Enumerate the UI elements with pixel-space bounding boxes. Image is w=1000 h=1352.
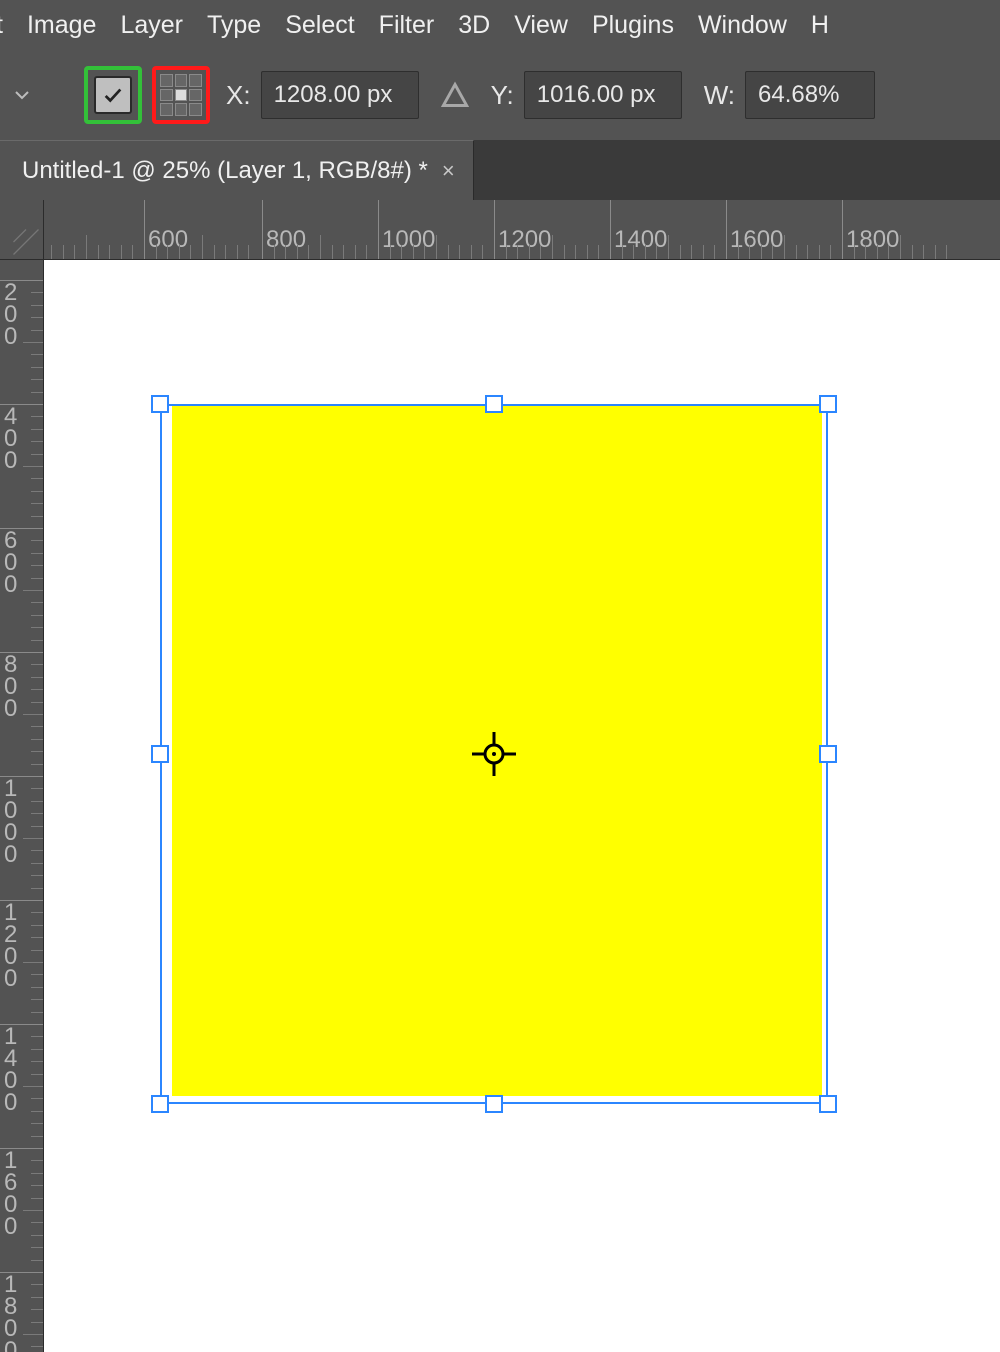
toggle-bounding-box[interactable]: [84, 66, 142, 124]
transform-handle-bottom-right[interactable]: [819, 1095, 837, 1113]
menu-item-window[interactable]: Window: [698, 11, 787, 40]
menu-item-select[interactable]: Select: [285, 11, 354, 40]
vertical-ruler[interactable]: 20040060080010001200140016001800: [0, 260, 44, 1352]
canvas[interactable]: [44, 260, 1000, 1352]
ruler-corner[interactable]: [0, 200, 44, 260]
y-label: Y:: [491, 80, 514, 111]
menu-item-filter[interactable]: Filter: [379, 11, 435, 40]
document-tab-title: Untitled-1 @ 25% (Layer 1, RGB/8#) *: [22, 157, 428, 185]
transform-handle-top-center[interactable]: [485, 395, 503, 413]
menu-item-type[interactable]: Type: [207, 11, 261, 40]
menu-item-help-cut[interactable]: H: [811, 11, 829, 40]
transform-handle-bottom-center[interactable]: [485, 1095, 503, 1113]
menu-item-plugins[interactable]: Plugins: [592, 11, 674, 40]
document-tab[interactable]: Untitled-1 @ 25% (Layer 1, RGB/8#) * ×: [0, 140, 474, 200]
x-position-field[interactable]: 1208.00 px: [261, 71, 419, 119]
reference-point-selector[interactable]: [152, 66, 210, 124]
workspace: 60080010001200140016001800 2004006008001…: [0, 200, 1000, 1352]
tool-preset-dropdown[interactable]: [10, 83, 34, 107]
x-label: X:: [226, 80, 251, 111]
menu-item-view[interactable]: View: [514, 11, 568, 40]
transform-handle-mid-left[interactable]: [151, 745, 169, 763]
close-tab-icon[interactable]: ×: [442, 158, 455, 184]
y-position-field[interactable]: 1016.00 px: [524, 71, 682, 119]
w-label: W:: [704, 80, 735, 111]
reference-point-icon[interactable]: [470, 730, 518, 778]
horizontal-ruler[interactable]: 60080010001200140016001800: [44, 200, 1000, 260]
relative-positioning-toggle[interactable]: [439, 79, 471, 111]
options-bar: X: 1208.00 px Y: 1016.00 px W: 64.68%: [0, 50, 1000, 140]
menu-item-3d[interactable]: 3D: [458, 11, 490, 40]
width-scale-field[interactable]: 64.68%: [745, 71, 875, 119]
menu-item-edit-cut[interactable]: t: [0, 11, 3, 40]
menu-item-image[interactable]: Image: [27, 11, 96, 40]
reference-grid-icon: [160, 74, 202, 116]
transform-handle-top-left[interactable]: [151, 395, 169, 413]
document-tab-bar: Untitled-1 @ 25% (Layer 1, RGB/8#) * ×: [0, 140, 1000, 200]
menu-item-layer[interactable]: Layer: [120, 11, 183, 40]
checkmark-icon: [94, 76, 132, 114]
menu-bar: t Image Layer Type Select Filter 3D View…: [0, 0, 1000, 50]
transform-handle-top-right[interactable]: [819, 395, 837, 413]
transform-handle-mid-right[interactable]: [819, 745, 837, 763]
transform-handle-bottom-left[interactable]: [151, 1095, 169, 1113]
